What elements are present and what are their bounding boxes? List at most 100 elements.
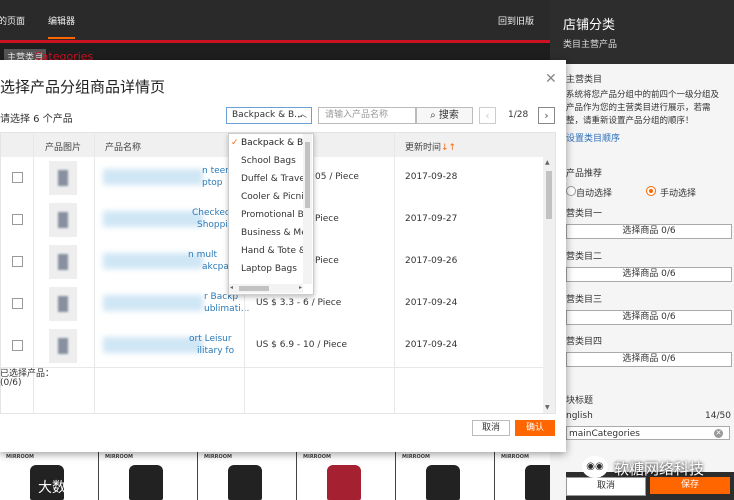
product-price: 05 / Piece <box>315 172 359 182</box>
scroll-thumb[interactable] <box>546 171 552 219</box>
row-checkbox[interactable] <box>12 214 23 225</box>
tab-editor[interactable]: 编辑器 <box>48 14 76 39</box>
search-input[interactable]: 请输入产品名称 <box>318 107 416 124</box>
product-thumbnail <box>49 203 77 237</box>
search-button-label: 搜索 <box>438 110 459 121</box>
dropdown-option[interactable]: Hand & Tote & S <box>229 242 303 260</box>
bag-image <box>228 465 262 500</box>
module-title-value: mainCategories <box>569 429 640 439</box>
dropdown-option-label: Hand & Tote & S <box>241 246 303 256</box>
product-name-line1[interactable]: ort Leisur <box>189 334 232 344</box>
page-indicator: 1/28 <box>508 110 529 120</box>
row-checkbox[interactable] <box>12 256 23 267</box>
dropdown-option[interactable]: School Bags <box>229 152 303 170</box>
select-products-button-3[interactable]: 选择商品 0/6 <box>566 310 732 325</box>
panel-subtitle: 类目主营产品 <box>563 40 618 50</box>
dropdown-vscroll-thumb[interactable] <box>305 142 310 208</box>
blurred-name <box>103 211 203 227</box>
table-scrollbar[interactable]: ▲ ▼ <box>543 157 555 413</box>
scroll-down-icon[interactable]: ▼ <box>545 404 550 411</box>
brand-label: MIRROOM <box>303 454 332 460</box>
panel-desc-2: 产品作为您的主营类目进行展示，若需 <box>566 103 711 113</box>
header-updated-label: 更新时间 <box>405 143 442 153</box>
blurred-name <box>103 295 203 311</box>
product-card[interactable]: MIRROOM <box>297 452 396 500</box>
category-dropdown: ✓Backpack & Bag School Bags Duffel & Trave… <box>228 133 314 295</box>
char-count: 14/50 <box>705 411 731 421</box>
blurred-name <box>103 337 203 353</box>
panel-desc-1: 系统将您产品分组中的前四个一级分组及 <box>566 90 720 100</box>
product-name-line2[interactable]: ilitary fo <box>197 346 234 356</box>
radio-auto[interactable] <box>566 186 576 196</box>
confirm-button[interactable]: 确认 <box>515 420 555 436</box>
tab-page[interactable]: 的页面 <box>0 14 25 27</box>
product-card[interactable]: MIRROOM <box>396 452 495 500</box>
watermark-logo: K <box>6 477 16 492</box>
dropdown-hscroll[interactable]: ◂ ▸ <box>229 284 303 293</box>
dropdown-option[interactable]: Laptop Bags <box>229 260 303 278</box>
product-updated-date: 2017-09-26 <box>405 256 458 266</box>
brand-label: MIRROOM <box>501 454 530 460</box>
prev-page-button[interactable]: ‹ <box>479 107 496 124</box>
radio-manual-label: 手动选择 <box>660 189 697 199</box>
brand-label: MIRROOM <box>6 454 35 460</box>
dropdown-option[interactable]: Promotional Ba <box>229 206 303 224</box>
select-products-button-1[interactable]: 选择商品 0/6 <box>566 224 732 239</box>
dropdown-option-label: Cooler & Picnic <box>241 192 303 202</box>
dropdown-option[interactable]: Cooler & Picnic <box>229 188 303 206</box>
scroll-right-icon[interactable]: ▸ <box>299 284 302 291</box>
radio-manual[interactable] <box>646 186 656 196</box>
scroll-up-icon[interactable]: ▲ <box>545 159 550 166</box>
watermark-right: ◉◉ 软糖网络科技 <box>566 455 734 481</box>
select-products-button-4[interactable]: 选择商品 0/6 <box>566 352 732 367</box>
main-category-2-label: 营类目二 <box>566 252 603 262</box>
category-select[interactable]: Backpack & B... ︿ <box>226 107 312 124</box>
row-checkbox[interactable] <box>12 172 23 183</box>
product-thumbnail <box>49 287 77 321</box>
header-image: 产品图片 <box>45 143 82 153</box>
select-products-button-2[interactable]: 选择商品 0/6 <box>566 267 732 282</box>
brand-label: MIRROOM <box>204 454 233 460</box>
top-bar: 的页面 编辑器 回到旧版 <box>0 0 566 40</box>
product-name-line1[interactable]: n mult <box>188 250 217 260</box>
module-title-input[interactable]: mainCategories ✕ <box>566 426 730 440</box>
panel-header: 店铺分类 类目主营产品 <box>550 0 734 64</box>
product-card[interactable]: MIRROOM <box>198 452 297 500</box>
dropdown-option[interactable]: ✓Backpack & Bag <box>229 134 303 152</box>
row-checkbox[interactable] <box>12 340 23 351</box>
dropdown-hscroll-thumb[interactable] <box>239 286 269 291</box>
clear-icon[interactable]: ✕ <box>714 429 723 438</box>
dropdown-option-label: School Bags <box>241 156 296 166</box>
set-order-link[interactable]: 设置类目顺序 <box>566 131 620 144</box>
dropdown-option-label: Laptop Bags <box>241 264 297 274</box>
product-updated-date: 2017-09-27 <box>405 214 458 224</box>
back-to-old-link[interactable]: 回到旧版 <box>498 14 534 27</box>
radio-auto-label: 自动选择 <box>576 189 613 199</box>
scroll-left-icon[interactable]: ◂ <box>230 284 233 291</box>
row-checkbox[interactable] <box>12 298 23 309</box>
module-title-label: 块标题 <box>566 396 594 406</box>
dropdown-option[interactable]: Business & Mes <box>229 224 303 242</box>
modal-title: 选择产品分组商品详情页 <box>0 78 166 96</box>
column-divider <box>94 133 95 413</box>
panel-title: 店铺分类 <box>563 18 616 33</box>
product-thumbnail <box>49 329 77 363</box>
product-name-line1[interactable]: Checked <box>192 208 231 218</box>
next-page-button[interactable]: › <box>538 107 555 124</box>
dropdown-vscroll[interactable] <box>303 134 312 284</box>
close-icon[interactable]: ✕ <box>545 71 557 87</box>
product-updated-date: 2017-09-24 <box>405 298 458 308</box>
main-category-3-label: 营类目三 <box>566 295 603 305</box>
watermark-text: 软糖网络科技 <box>614 460 705 478</box>
product-price: Piece <box>315 214 339 224</box>
sort-icon: ↓↑ <box>441 143 457 153</box>
product-updated-date: 2017-09-24 <box>405 340 458 350</box>
table-row[interactable]: ort Leisur ilitary fo US $ 6.9 - 10 / Piec… <box>1 325 543 368</box>
dropdown-option[interactable]: Duffel & Travel B <box>229 170 303 188</box>
cancel-button[interactable]: 取消 <box>472 420 510 436</box>
product-name-line2[interactable]: ublimati... <box>204 304 249 314</box>
search-button[interactable]: ⌕ 搜索 <box>416 107 473 124</box>
header-updated[interactable]: 更新时间↓↑ <box>405 140 456 153</box>
language-label: nglish <box>566 411 593 421</box>
product-name-line2[interactable]: ptop <box>202 178 222 188</box>
